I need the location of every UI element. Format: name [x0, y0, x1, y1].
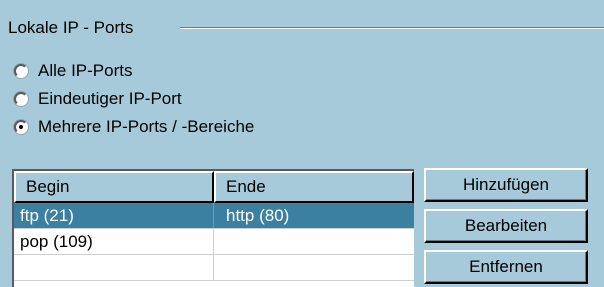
list-row-pop[interactable]: pop (109): [14, 229, 414, 255]
ports-list[interactable]: Begin Ende ftp (21) http (80) pop (109): [12, 169, 414, 287]
add-button[interactable]: Hinzufügen: [424, 168, 588, 202]
radio-all-ports[interactable]: Alle IP-Ports: [14, 60, 132, 82]
radio-button-checked[interactable]: [14, 120, 28, 134]
cell-end: http (80): [226, 206, 290, 225]
column-header-end[interactable]: Ende: [214, 171, 414, 203]
group-divider-highlight: [180, 28, 604, 29]
radio-label-all-ports: Alle IP-Ports: [38, 61, 133, 80]
remove-button[interactable]: Entfernen: [424, 250, 588, 284]
radio-button-unchecked[interactable]: [14, 92, 28, 106]
radio-multiple-ports[interactable]: Mehrere IP-Ports / -Bereiche: [14, 116, 254, 138]
cell-end: [214, 255, 414, 280]
radio-label-multiple-ports: Mehrere IP-Ports / -Bereiche: [38, 117, 255, 136]
list-row-ftp[interactable]: ftp (21) http (80): [14, 203, 414, 229]
radio-single-port[interactable]: Eindeutiger IP-Port: [14, 88, 182, 110]
radio-label-single-port: Eindeutiger IP-Port: [38, 89, 182, 108]
cell-begin: ftp (21): [14, 203, 214, 228]
list-header: Begin Ende: [14, 171, 414, 203]
cell-begin: [14, 255, 214, 280]
cell-begin: pop (109): [14, 229, 214, 254]
edit-button[interactable]: Bearbeiten: [424, 209, 588, 243]
list-row-empty[interactable]: [14, 255, 414, 281]
group-title: Lokale IP - Ports: [8, 18, 140, 38]
radio-button-unchecked[interactable]: [14, 64, 28, 78]
list-body: ftp (21) http (80) pop (109): [14, 203, 414, 281]
cell-end: [214, 229, 414, 254]
column-header-begin[interactable]: Begin: [14, 171, 214, 203]
